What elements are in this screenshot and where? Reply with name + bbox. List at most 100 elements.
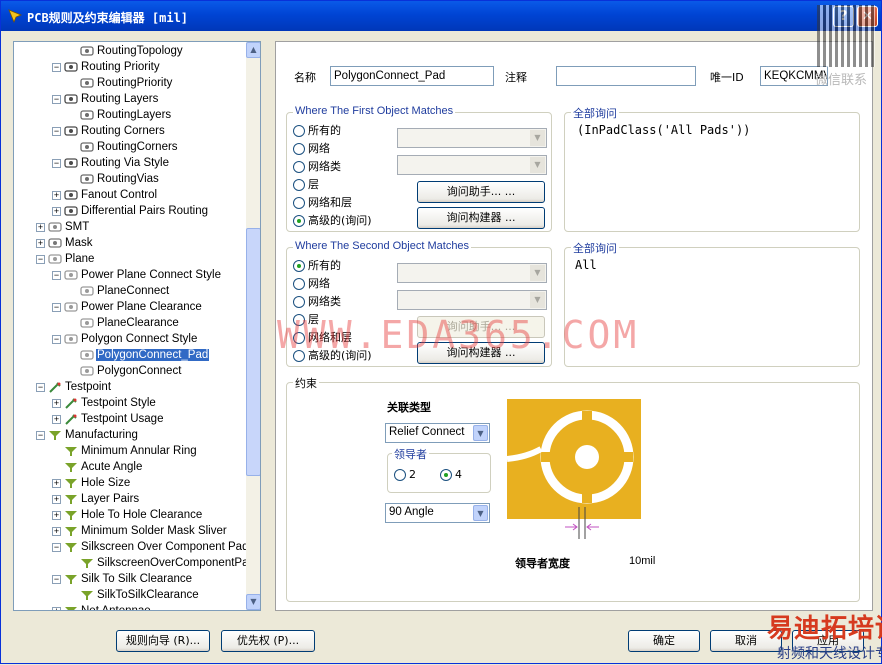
expand-icon[interactable]: +	[52, 606, 61, 610]
collapse-icon[interactable]: −	[52, 542, 61, 552]
second-option-4[interactable]: 网络和层	[293, 330, 352, 346]
close-button[interactable]: ✕	[857, 6, 878, 27]
second-option-2[interactable]: 网络类	[293, 294, 341, 310]
tree-item-label: Routing Priority	[81, 61, 160, 73]
collapse-icon[interactable]: −	[36, 254, 45, 264]
second-option-3[interactable]: 层	[293, 312, 319, 328]
scroll-up-arrow-icon[interactable]: ▲	[246, 42, 260, 58]
tree-item[interactable]: PlaneConnect	[68, 283, 170, 299]
priorities-button[interactable]: 优先权 (P)...	[221, 630, 315, 652]
conductor-width-value[interactable]: 10mil	[629, 555, 655, 567]
tree-item[interactable]: Minimum Annular Ring	[52, 443, 198, 459]
expand-icon[interactable]: +	[52, 414, 61, 424]
conductors-option-2[interactable]: 2	[394, 467, 416, 483]
expand-icon[interactable]: +	[52, 478, 61, 488]
angle-select[interactable]: 90 Angle ▼	[385, 503, 490, 523]
tree-item[interactable]: − Manufacturing	[36, 427, 139, 443]
unique-id-field[interactable]: KEQKCMMV	[760, 66, 828, 86]
collapse-icon[interactable]: −	[52, 94, 61, 104]
tree-item[interactable]: + Net Antennae	[52, 603, 152, 610]
first-option-3[interactable]: 层	[293, 177, 319, 193]
tree-item[interactable]: RoutingCorners	[68, 139, 179, 155]
tree-scrollbar[interactable]: ▲ ▼	[246, 42, 260, 610]
tree-item[interactable]: + SMT	[36, 219, 90, 235]
tree-item[interactable]: − Power Plane Clearance	[52, 299, 203, 315]
apply-button[interactable]: 应用	[792, 630, 864, 652]
first-option-2[interactable]: 网络类	[293, 159, 341, 175]
expand-icon[interactable]: +	[52, 510, 61, 520]
second-option-5[interactable]: 高级的(询问)	[293, 348, 372, 364]
chevron-down-icon[interactable]: ▼	[473, 425, 488, 441]
tree-item[interactable]: RoutingTopology	[68, 43, 184, 59]
tree-item[interactable]: − Routing Corners	[52, 123, 166, 139]
tree-item[interactable]: + Mask	[36, 235, 93, 251]
tree-item[interactable]: PlaneClearance	[68, 315, 180, 331]
second-option-1[interactable]: 网络	[293, 276, 330, 292]
tree-item[interactable]: − Testpoint	[36, 379, 112, 395]
rule-wizard-button[interactable]: 规则向导 (R)...	[116, 630, 210, 652]
tree-item[interactable]: − Polygon Connect Style	[52, 331, 198, 347]
tree-item[interactable]: − Silkscreen Over Component Pads	[52, 539, 246, 555]
tree-item[interactable]: RoutingLayers	[68, 107, 172, 123]
tree-item[interactable]: + Hole To Hole Clearance	[52, 507, 203, 523]
tree-item[interactable]: − Routing Layers	[52, 91, 159, 107]
tree-item[interactable]: RoutingVias	[68, 171, 160, 187]
scroll-thumb[interactable]	[246, 228, 260, 476]
title-bar[interactable]: PCB规则及约束编辑器 [mil] ? ✕	[1, 1, 881, 31]
expand-icon[interactable]: +	[52, 190, 61, 200]
name-field[interactable]: PolygonConnect_Pad	[330, 66, 494, 86]
tree-item[interactable]: − Plane	[36, 251, 95, 267]
tree-item[interactable]: Acute Angle	[52, 459, 143, 475]
second-query-builder-button[interactable]: 询问构建器 ...	[417, 342, 545, 364]
chevron-down-icon[interactable]: ▼	[473, 505, 488, 521]
tree-item[interactable]: PolygonConnect	[68, 363, 182, 379]
collapse-icon[interactable]: −	[52, 62, 61, 72]
collapse-icon[interactable]: −	[52, 302, 61, 312]
collapse-icon[interactable]: −	[52, 574, 61, 584]
second-option-0[interactable]: 所有的	[293, 258, 341, 274]
collapse-icon[interactable]: −	[52, 158, 61, 168]
scroll-down-arrow-icon[interactable]: ▼	[246, 594, 260, 610]
second-full-query-text[interactable]: All	[575, 258, 597, 272]
first-option-1[interactable]: 网络	[293, 141, 330, 157]
expand-icon[interactable]: +	[52, 398, 61, 408]
tree-item[interactable]: − Silk To Silk Clearance	[52, 571, 193, 587]
cancel-button[interactable]: 取消	[710, 630, 782, 652]
tree-item[interactable]: + Differential Pairs Routing	[52, 203, 209, 219]
tree-item[interactable]: SilkscreenOverComponentPad	[68, 555, 246, 571]
expand-icon[interactable]: +	[52, 206, 61, 216]
tree-item[interactable]: + Minimum Solder Mask Sliver	[52, 523, 228, 539]
expand-icon[interactable]: +	[36, 222, 45, 232]
collapse-icon[interactable]: −	[52, 334, 61, 344]
help-button[interactable]: ?	[833, 6, 854, 27]
tree-item[interactable]: RoutingPriority	[68, 75, 173, 91]
tree-item[interactable]: SilkToSilkClearance	[68, 587, 200, 603]
first-query-builder-button[interactable]: 询问构建器 ...	[417, 207, 545, 229]
rule-tree[interactable]: RoutingTopology − Routing Priority RoutingP…	[13, 41, 261, 611]
collapse-icon[interactable]: −	[36, 382, 45, 392]
collapse-icon[interactable]: −	[36, 430, 45, 440]
ok-button[interactable]: 确定	[628, 630, 700, 652]
first-option-4[interactable]: 网络和层	[293, 195, 352, 211]
tree-item[interactable]: − Routing Priority	[52, 59, 161, 75]
first-full-query-text[interactable]: (InPadClass('All Pads'))	[577, 123, 750, 137]
first-option-0[interactable]: 所有的	[293, 123, 341, 139]
tree-item[interactable]: + Testpoint Usage	[52, 411, 164, 427]
collapse-icon[interactable]: −	[52, 126, 61, 136]
tree-item[interactable]: − Power Plane Connect Style	[52, 267, 222, 283]
first-query-helper-button[interactable]: 询问助手... ...	[417, 181, 545, 203]
tree-item[interactable]: PolygonConnect_Pad	[68, 347, 210, 363]
expand-icon[interactable]: +	[52, 526, 61, 536]
tree-item[interactable]: + Hole Size	[52, 475, 131, 491]
first-option-5[interactable]: 高级的(询问)	[293, 213, 372, 229]
conductors-option-4[interactable]: 4	[440, 467, 462, 483]
collapse-icon[interactable]: −	[52, 270, 61, 280]
tree-item[interactable]: + Layer Pairs	[52, 491, 140, 507]
connect-type-select[interactable]: Relief Connect ▼	[385, 423, 490, 443]
comment-field[interactable]	[556, 66, 696, 86]
tree-item[interactable]: − Routing Via Style	[52, 155, 170, 171]
tree-item[interactable]: + Testpoint Style	[52, 395, 157, 411]
tree-item[interactable]: + Fanout Control	[52, 187, 158, 203]
expand-icon[interactable]: +	[36, 238, 45, 248]
expand-icon[interactable]: +	[52, 494, 61, 504]
